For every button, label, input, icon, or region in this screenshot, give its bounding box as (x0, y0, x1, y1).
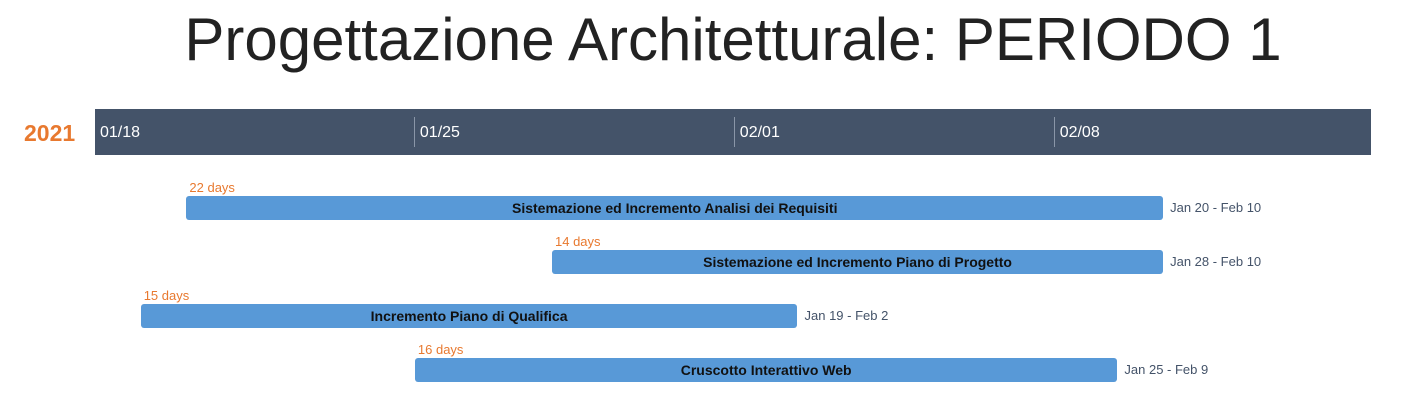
year-label: 2021 (24, 120, 76, 146)
axis-tick (1053, 117, 1055, 147)
task-label: Incremento Piano di Qualifica (370, 308, 568, 324)
task-date-range: Jan 25 - Feb 9 (1124, 362, 1209, 377)
axis-tick (733, 117, 735, 147)
axis-tick-label: 01/25 (419, 124, 460, 141)
task-bar[interactable]: Sistemazione ed Incremento Piano di Prog… (552, 250, 1164, 274)
task-label: Sistemazione ed Incremento Analisi dei R… (512, 200, 838, 216)
task-duration: 14 days (555, 234, 601, 249)
axis-tick-label: 01/18 (100, 124, 141, 141)
task-label: Sistemazione ed Incremento Piano di Prog… (703, 254, 1012, 270)
task-duration: 22 days (189, 180, 235, 195)
task-date-range: Jan 20 - Feb 10 (1170, 200, 1262, 215)
chart-title: Progettazione Architetturale: PERIODO 1 (184, 6, 1282, 73)
task-duration: 15 days (143, 288, 190, 303)
task-bar[interactable]: Incremento Piano di Qualifica (140, 304, 798, 328)
timeline-axis: 01/18 01/25 02/01 02/08 (95, 109, 1371, 155)
task-date-range: Jan 19 - Feb 2 (804, 308, 889, 323)
task-bar[interactable]: Cruscotto Interattivo Web (414, 358, 1118, 382)
task-bar[interactable]: Sistemazione ed Incremento Analisi dei R… (186, 196, 1164, 220)
axis-tick-label: 02/08 (1059, 124, 1100, 141)
axis-tick (413, 117, 415, 147)
task-duration: 16 days (417, 342, 464, 357)
axis-tick-label: 02/01 (739, 124, 780, 141)
task-label: Cruscotto Interattivo Web (680, 362, 852, 378)
task-date-range: Jan 28 - Feb 10 (1170, 254, 1262, 269)
